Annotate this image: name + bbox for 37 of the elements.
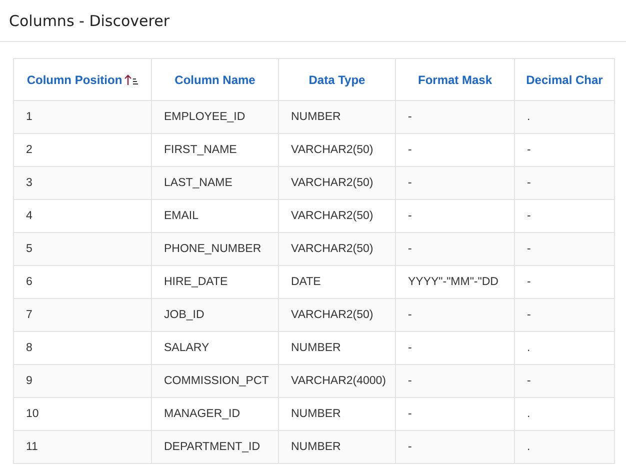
- table-cell: VARCHAR2(50): [278, 232, 396, 266]
- column-header[interactable]: Column Position: [14, 58, 152, 100]
- table-cell: -: [514, 232, 614, 266]
- column-header[interactable]: Data Type: [278, 58, 396, 100]
- table-cell: VARCHAR2(50): [278, 298, 396, 332]
- column-header[interactable]: Decimal Char: [514, 58, 614, 100]
- column-header[interactable]: Column Name: [152, 58, 278, 100]
- table-cell: COMMISSION_PCT: [152, 364, 278, 398]
- table-cell: .: [514, 100, 614, 134]
- table-cell: DEPARTMENT_ID: [152, 430, 278, 464]
- table-cell: .: [514, 430, 614, 464]
- table-cell: -: [514, 298, 614, 332]
- table-cell: -: [396, 298, 514, 332]
- sort-ascending-icon: [124, 74, 138, 86]
- table-cell: -: [396, 100, 514, 134]
- page-title: Columns - Discoverer: [9, 12, 170, 30]
- table-cell: PHONE_NUMBER: [152, 232, 278, 266]
- table-cell: -: [514, 166, 614, 200]
- table-cell: 5: [14, 232, 152, 266]
- table-cell: LAST_NAME: [152, 166, 278, 200]
- table-cell: VARCHAR2(50): [278, 166, 396, 200]
- table-cell: 3: [14, 166, 152, 200]
- table-cell: VARCHAR2(4000): [278, 364, 396, 398]
- column-header[interactable]: Format Mask: [396, 58, 514, 100]
- table-cell: -: [396, 166, 514, 200]
- table-cell: -: [396, 364, 514, 398]
- table-cell: 11: [14, 430, 152, 464]
- table-cell: EMPLOYEE_ID: [152, 100, 278, 134]
- table-cell: 1: [14, 100, 152, 134]
- table-cell: -: [396, 430, 514, 464]
- table-cell: 9: [14, 364, 152, 398]
- table-cell: -: [396, 232, 514, 266]
- table-cell: NUMBER: [278, 430, 396, 464]
- table-cell: 7: [14, 298, 152, 332]
- table-cell: NUMBER: [278, 100, 396, 134]
- table-cell: JOB_ID: [152, 298, 278, 332]
- table-cell: -: [514, 364, 614, 398]
